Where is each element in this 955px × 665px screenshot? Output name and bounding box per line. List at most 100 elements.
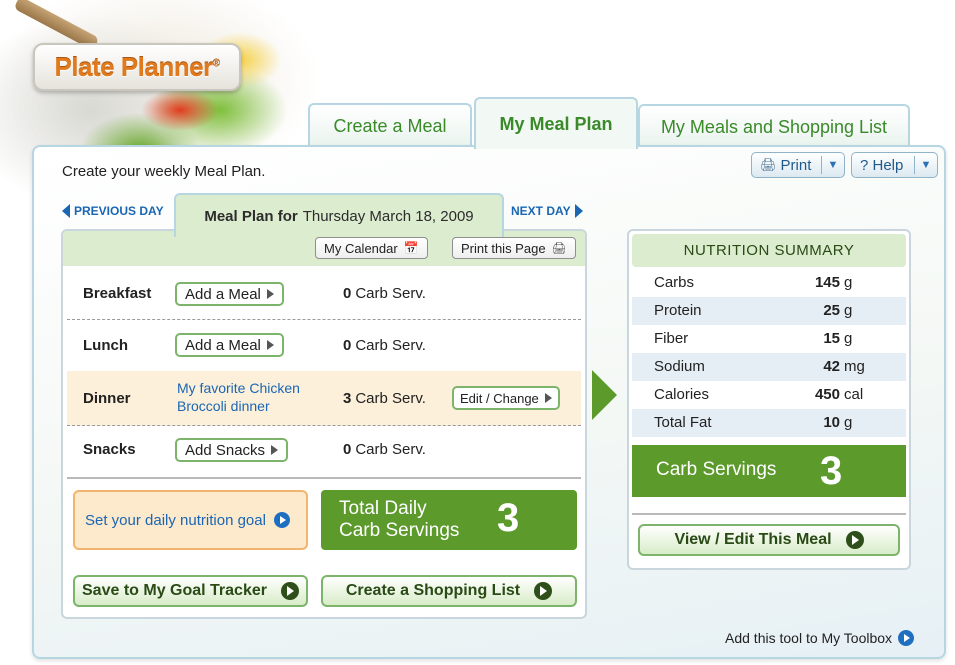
nutrient-name: Calories (654, 386, 710, 403)
nutrition-row-calories: Calories 450 cal (632, 381, 906, 409)
carb-unit: Carb Serv. (355, 441, 426, 458)
tab-my-meal-plan[interactable]: My Meal Plan (474, 97, 638, 149)
chevron-down-icon[interactable]: ▼ (915, 159, 937, 171)
shopping-list-label: Create a Shopping List (345, 582, 521, 599)
view-edit-meal-button[interactable]: View / Edit This Meal (638, 524, 900, 556)
add-snacks-label: Add Snacks (185, 441, 266, 459)
goal-tracker-label: Save to My Goal Tracker (82, 582, 267, 599)
tab-label: Create a Meal (333, 115, 447, 136)
meal-row-snacks: Snacks Add Snacks 0 Carb Serv. (67, 426, 581, 478)
nutrient-name: Protein (654, 302, 702, 319)
meal-name: Snacks (83, 441, 136, 458)
arrow-circle-icon (898, 630, 915, 646)
dinner-meal-link[interactable]: My favorite Chicken Broccoli dinner (177, 379, 327, 415)
carb-count: 0 (343, 441, 352, 458)
carb-servings: 0 Carb Serv. (343, 337, 426, 354)
play-icon (544, 393, 552, 403)
edit-change-button[interactable]: Edit / Change (452, 386, 560, 410)
print-button[interactable]: 🖨 Print ▼ (751, 152, 845, 178)
meal-plan-box: My Calendar 📅 Print this Page 🖨 Breakfas… (61, 229, 587, 619)
nutrition-row-sodium: Sodium 42 mg (632, 353, 906, 381)
arrow-right-icon (592, 370, 617, 420)
nutrition-row-total-fat: Total Fat 10 g (632, 409, 906, 437)
day-date: Thursday March 18, 2009 (302, 207, 474, 225)
total-label-line1: Total Daily (339, 498, 427, 519)
carb-count: 3 (343, 390, 352, 407)
printer-icon: 🖨 (551, 241, 567, 255)
nutrient-value: 15 (823, 330, 840, 347)
nutrient-name: Carbs (654, 274, 695, 291)
save-goal-tracker-button[interactable]: Save to My Goal Tracker (73, 575, 308, 607)
nutrition-summary-box: NUTRITION SUMMARY Carbs 145 g Protein 25… (627, 229, 911, 570)
my-calendar-button[interactable]: My Calendar 📅 (315, 237, 428, 259)
meal-name: Lunch (83, 337, 128, 354)
meal-row-lunch: Lunch Add a Meal 0 Carb Serv. (67, 320, 581, 372)
carb-count: 0 (343, 337, 352, 354)
view-edit-label: View / Edit This Meal (674, 531, 832, 548)
carb-servings: 0 Carb Serv. (343, 441, 426, 458)
arrow-right-icon (574, 204, 583, 218)
tab-label: My Meals and Shopping List (660, 116, 888, 137)
previous-day-link[interactable]: PREVIOUS DAY (62, 204, 164, 218)
print-page-button[interactable]: Print this Page 🖨 (452, 237, 576, 259)
nutrient-unit: g (844, 302, 853, 319)
nutrient-unit: mg (844, 358, 865, 375)
meal-name: Dinner (83, 390, 131, 407)
add-lunch-button[interactable]: Add a Meal (175, 333, 284, 357)
play-icon (271, 445, 279, 455)
nutrient-name: Fiber (654, 330, 689, 347)
nutrient-unit: g (844, 274, 853, 291)
previous-day-label: PREVIOUS DAY (74, 204, 164, 218)
day-title-tab: Meal Plan for Thursday March 18, 2009 (174, 193, 504, 237)
calendar-icon: 📅 (403, 241, 419, 255)
nutrient-unit: g (844, 330, 853, 347)
meal-name: Breakfast (83, 285, 152, 302)
day-title-prefix: Meal Plan for (204, 207, 298, 225)
next-day-link[interactable]: NEXT DAY (511, 204, 583, 218)
tab-my-meals-shopping-list[interactable]: My Meals and Shopping List (638, 104, 910, 148)
carb-count: 0 (343, 285, 352, 302)
create-shopping-list-button[interactable]: Create a Shopping List (321, 575, 577, 607)
toolbox-link-label: Add this tool to My Toolbox (725, 630, 893, 646)
nutrient-value: 25 (823, 302, 840, 319)
carb-unit: Carb Serv. (355, 285, 426, 302)
calendar-label: My Calendar (324, 240, 398, 256)
arrow-circle-icon (534, 582, 553, 600)
carb-servings-summary: Carb Servings 3 (632, 445, 906, 497)
total-daily-carb-servings: Total Daily Carb Servings 3 (321, 490, 577, 550)
next-day-label: NEXT DAY (511, 204, 571, 218)
play-icon (266, 289, 274, 299)
nutrient-unit: g (844, 414, 853, 431)
help-button[interactable]: ? Help ▼ (851, 152, 938, 178)
divider (67, 477, 581, 479)
carb-servings-label: Carb Servings (656, 459, 777, 480)
arrow-circle-icon (845, 531, 864, 549)
help-label: ? Help (860, 156, 904, 174)
add-snacks-button[interactable]: Add Snacks (175, 438, 289, 462)
divider (632, 513, 906, 515)
carb-servings: 3 Carb Serv. (343, 390, 426, 407)
arrow-left-icon (62, 204, 70, 218)
page-intro: Create your weekly Meal Plan. (62, 163, 266, 180)
nutrient-value: 42 (823, 358, 840, 375)
chevron-down-icon[interactable]: ▼ (822, 159, 844, 171)
set-nutrition-goal-link[interactable]: Set your daily nutrition goal (73, 490, 308, 550)
carb-unit: Carb Serv. (355, 337, 426, 354)
print-label: Print (780, 156, 812, 174)
tab-create-a-meal[interactable]: Create a Meal (308, 103, 472, 147)
add-breakfast-button[interactable]: Add a Meal (175, 282, 284, 306)
total-value: 3 (497, 496, 520, 540)
carb-servings-value: 3 (820, 449, 843, 493)
nutrient-unit: cal (844, 386, 864, 403)
add-to-toolbox-link[interactable]: Add this tool to My Toolbox (725, 630, 915, 646)
nutrient-name: Total Fat (654, 414, 712, 431)
nutrient-name: Sodium (654, 358, 705, 375)
printer-icon: 🖨 (760, 157, 777, 172)
registered-mark: ® (212, 57, 220, 69)
carb-unit: Carb Serv. (355, 390, 426, 407)
nutrient-value: 145 (814, 274, 840, 291)
total-label-line2: Carb Servings (339, 520, 460, 541)
add-meal-label: Add a Meal (185, 336, 261, 354)
carb-servings: 0 Carb Serv. (343, 285, 426, 302)
nutrition-row-carbs: Carbs 145 g (632, 269, 906, 297)
